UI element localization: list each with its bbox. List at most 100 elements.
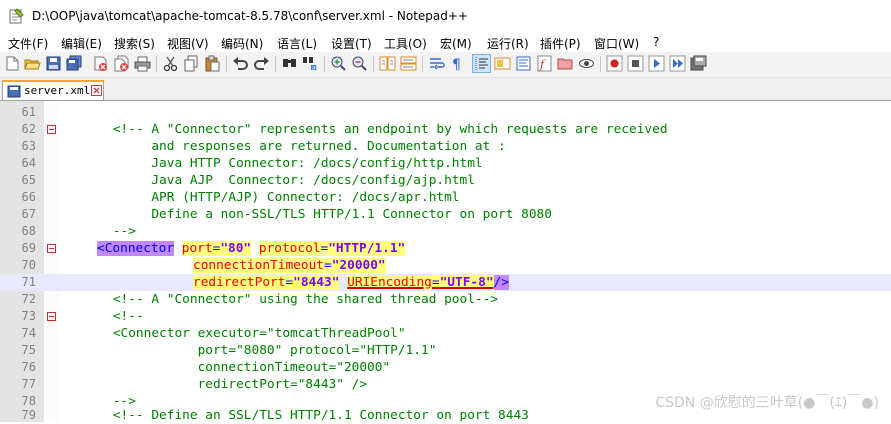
comment-text: connectionTimeout="20000" <box>82 360 391 375</box>
code-line: 75 port="8080" protocol="HTTP/1.1" <box>0 342 891 359</box>
tab-server-xml[interactable]: server.xml <box>2 80 104 100</box>
code-line: 69 <Connector port="80" protocol="HTTP/1… <box>0 240 891 257</box>
toolbar-separator <box>600 56 601 72</box>
toolbar-separator <box>156 56 157 72</box>
fold-collapse-icon[interactable] <box>47 312 56 321</box>
menu-search[interactable]: 搜索(S) <box>114 35 155 52</box>
menu-view[interactable]: 视图(V) <box>167 35 209 52</box>
show-all-chars-icon[interactable]: ¶ <box>449 55 466 72</box>
comment-text: redirectPort="8443" /> <box>82 377 368 392</box>
toolbar-separator <box>275 56 276 72</box>
folder-workspace-icon[interactable] <box>557 55 574 72</box>
user-language-icon[interactable] <box>494 55 511 72</box>
menu-settings[interactable]: 设置(T) <box>331 35 372 52</box>
line-number: 78 <box>21 394 36 408</box>
sync-horizontal-icon[interactable] <box>400 55 417 72</box>
replace-icon[interactable]: ab <box>302 55 319 72</box>
print-icon[interactable] <box>134 55 151 72</box>
line-number: 62 <box>21 122 36 136</box>
comment-text: <!-- <box>82 309 144 324</box>
title-bar: D:\OOP\java\tomcat\apache-tomcat-8.5.78\… <box>0 0 891 33</box>
code-line: 76 connectionTimeout="20000" <box>0 359 891 376</box>
sync-vertical-icon[interactable] <box>379 55 396 72</box>
line-number: 64 <box>21 156 36 170</box>
save-all-icon[interactable] <box>66 55 83 72</box>
copy-icon[interactable] <box>183 55 200 72</box>
code-line: 64 Java HTTP Connector: /docs/config/htt… <box>0 155 891 172</box>
zoom-out-icon[interactable] <box>351 55 368 72</box>
comment-text: APR (HTTP/AJP) Connector: /docs/apr.html <box>82 190 460 205</box>
redo-icon[interactable] <box>253 55 270 72</box>
attr-name: URIEncoding <box>347 275 432 290</box>
play-macro-icon[interactable] <box>648 55 665 72</box>
record-macro-icon[interactable] <box>606 55 623 72</box>
fold-collapse-icon[interactable] <box>47 244 56 253</box>
code-line: 66 APR (HTTP/AJP) Connector: /docs/apr.h… <box>0 189 891 206</box>
menu-macro[interactable]: 宏(M) <box>440 35 472 52</box>
comment-text: Define a non-SSL/TLS HTTP/1.1 Connector … <box>82 207 552 222</box>
find-icon[interactable] <box>281 55 298 72</box>
stop-record-icon[interactable] <box>627 55 644 72</box>
toolbar-separator <box>373 56 374 72</box>
code-line: 68 --> <box>0 223 891 240</box>
code-line: 70 connectionTimeout="20000" <box>0 257 891 274</box>
code-line: 63 and responses are returned. Documenta… <box>0 138 891 155</box>
menu-help[interactable]: ? <box>653 35 659 49</box>
close-icon[interactable] <box>92 55 109 72</box>
line-number: 71 <box>21 275 36 289</box>
line-number: 70 <box>21 258 36 272</box>
cut-icon[interactable] <box>162 55 179 72</box>
doc-map-icon[interactable] <box>515 55 532 72</box>
save-icon[interactable] <box>45 55 62 72</box>
code-line: 72 <!-- A "Connector" using the shared t… <box>0 291 891 308</box>
paste-icon[interactable] <box>204 55 221 72</box>
menu-encoding[interactable]: 编码(N) <box>221 35 263 52</box>
save-icon <box>7 85 21 98</box>
attr-name: port <box>181 241 213 256</box>
line-number: 68 <box>21 224 36 238</box>
code-line: 61 <box>0 104 891 121</box>
run-macro-multiple-icon[interactable] <box>669 55 686 72</box>
line-number: 74 <box>21 326 36 340</box>
menu-edit[interactable]: 编辑(E) <box>61 35 102 52</box>
line-number: 66 <box>21 190 36 204</box>
indent-guide-icon[interactable] <box>472 54 491 73</box>
comment-text: Java AJP Connector: /docs/config/ajp.htm… <box>82 173 475 188</box>
line-number: 79 <box>21 408 36 422</box>
close-icon[interactable] <box>91 85 102 96</box>
open-file-icon[interactable] <box>24 55 41 72</box>
svg-text:¶: ¶ <box>452 57 461 72</box>
word-wrap-icon[interactable] <box>428 55 445 72</box>
code-line: 73 <!-- <box>0 308 891 325</box>
menu-tools[interactable]: 工具(O) <box>384 35 427 52</box>
save-macro-icon[interactable] <box>690 55 707 72</box>
fold-collapse-icon[interactable] <box>47 125 56 134</box>
comment-text: <!-- Define an SSL/TLS HTTP/1.1 Connecto… <box>82 408 529 423</box>
code-line: 67 Define a non-SSL/TLS HTTP/1.1 Connect… <box>0 206 891 223</box>
code-line: 62 <!-- A "Connector" represents an endp… <box>0 121 891 138</box>
menu-run[interactable]: 运行(R) <box>487 35 529 52</box>
menu-file[interactable]: 文件(F) <box>8 35 48 52</box>
attr-value: "HTTP/1.1" <box>328 241 406 256</box>
attr-value: "8443" <box>293 275 340 290</box>
monitor-icon[interactable] <box>578 55 595 72</box>
menu-window[interactable]: 窗口(W) <box>594 35 639 52</box>
line-number: 63 <box>21 139 36 153</box>
comment-text: --> <box>82 224 136 239</box>
toolbar-separator <box>324 56 325 72</box>
attr-name: redirectPort <box>193 275 286 290</box>
line-number: 73 <box>21 309 36 323</box>
zoom-in-icon[interactable] <box>330 55 347 72</box>
new-file-icon[interactable] <box>4 55 21 72</box>
attr-value: "UTF-8" <box>439 275 494 290</box>
menu-plugins[interactable]: 插件(P) <box>540 35 581 52</box>
menu-language[interactable]: 语言(L) <box>277 35 317 52</box>
svg-text:ab: ab <box>312 65 319 72</box>
close-all-icon[interactable] <box>113 55 130 72</box>
notepad-app-icon <box>9 8 24 24</box>
function-list-icon[interactable]: f <box>536 55 553 72</box>
code-line: 65 Java AJP Connector: /docs/config/ajp.… <box>0 172 891 189</box>
code-editor[interactable]: 61 62 <!-- A "Connector" represents an e… <box>0 101 891 423</box>
undo-icon[interactable] <box>232 55 249 72</box>
code-line: 74 <Connector executor="tomcatThreadPool… <box>0 325 891 342</box>
